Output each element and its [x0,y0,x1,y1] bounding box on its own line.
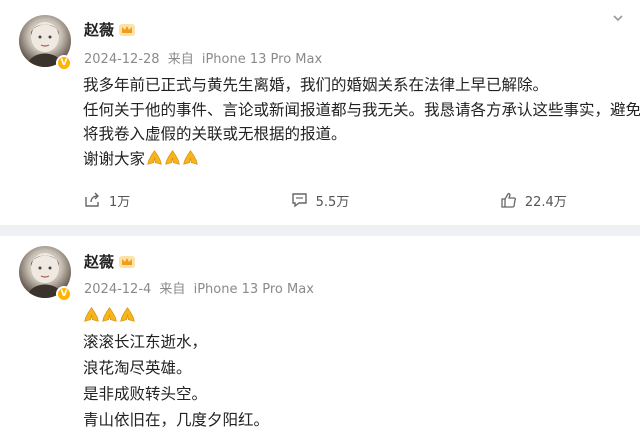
source-device[interactable]: iPhone 13 Pro Max [202,52,322,67]
poem-line: 青山依旧在，几度夕阳红。 [83,411,270,429]
post-line: 我多年前已正式与黄先生离婚，我们的婚姻关系在法律上早已解除。 [83,76,549,94]
crown-badge-icon [119,256,135,268]
praying-hands-icon [120,307,135,322]
post-line: 任何关于他的事件、言论或新闻报道都与我无关。我恳请各方承认这些事实，避免 [83,100,640,119]
poem-line: 滚滚长江东逝水， [83,333,208,351]
poem-line: 是非成败转头空。 [83,385,208,403]
post-body: 滚滚长江东逝水， 浪花淘尽英雄。 是非成败转头空。 青山依旧在，几度夕阳红。 [83,303,616,433]
emoji-row [83,303,616,329]
like-count: 22.4万 [524,194,567,210]
post-meta: 2024-12-4 来自 iPhone 13 Pro Max [84,278,318,297]
source-prefix: 来自 [159,282,186,297]
praying-hands-icon [165,149,180,165]
weibo-post-1: V 赵薇 2024-12-28 来自 iPhone 13 Pro Max 我多年… [0,0,640,225]
action-bar: 1万 5.5万 22.4万 [0,184,640,216]
verified-badge-icon: V [56,55,72,71]
comment-icon [291,193,307,208]
share-count: 1万 [109,194,131,210]
weibo-post-2: V 赵薇 2024-12-4 来自 iPhone 13 Pro Max 滚滚长江… [0,236,640,438]
thumbs-up-icon [501,192,516,208]
author-name[interactable]: 赵薇 [84,19,114,40]
post-body: 我多年前已正式与黄先生离婚，我们的婚姻关系在法律上早已解除。 任何关于他的事件、… [83,73,640,171]
share-icon [85,192,100,207]
comment-count: 5.5万 [315,194,350,210]
chevron-down-icon[interactable] [612,12,624,24]
verified-badge-icon: V [56,286,72,302]
source-device[interactable]: iPhone 13 Pro Max [194,282,314,297]
praying-hands-icon [147,149,162,165]
comment-button[interactable]: 5.5万 [213,184,426,216]
like-button[interactable]: 22.4万 [427,184,640,216]
poem-line: 浪花淘尽英雄。 [83,359,192,377]
author-name[interactable]: 赵薇 [84,251,114,272]
source-prefix: 来自 [167,52,194,67]
crown-badge-icon [119,24,135,36]
post-timestamp[interactable]: 2024-12-4 [84,282,151,297]
post-line: 将我卷入虚假的关联或无根据的报道。 [83,125,347,143]
praying-hands-icon [84,307,99,322]
post-line: 谢谢大家 [83,149,146,168]
post-meta: 2024-12-28 来自 iPhone 13 Pro Max [84,48,326,67]
post-timestamp[interactable]: 2024-12-28 [84,52,160,67]
share-button[interactable]: 1万 [0,184,213,216]
praying-hands-icon [102,307,117,322]
praying-hands-icon [183,149,198,165]
